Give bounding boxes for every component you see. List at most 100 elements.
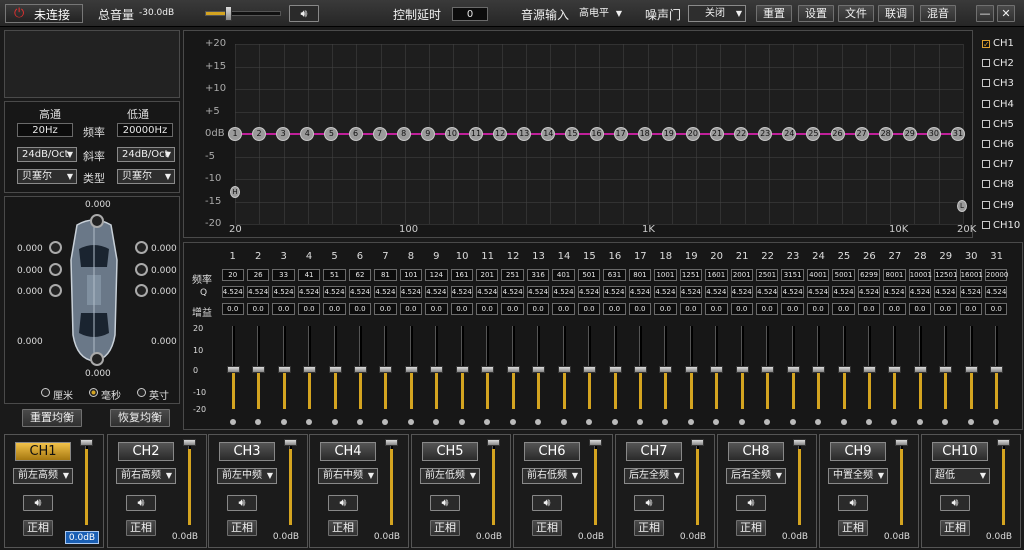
eq-band-node[interactable]: 28 [878, 127, 893, 141]
eq-band-reset-dot[interactable] [331, 419, 338, 425]
channel-mute-button[interactable]: 🔊︎ [430, 495, 460, 511]
eq-band-slider-knob[interactable] [328, 366, 342, 373]
channel-position-select[interactable]: 前左中频 ▼ [217, 468, 277, 484]
eq-band-freq-input[interactable]: 1001 [654, 269, 677, 281]
eq-band-slider-knob[interactable] [557, 366, 571, 373]
speaker-icon[interactable] [135, 263, 148, 276]
reset-eq-button[interactable]: 重置均衡 [22, 409, 82, 427]
channel-position-select[interactable]: 前右低频 ▼ [522, 468, 582, 484]
eq-band-q-input[interactable]: 4.524 [603, 286, 626, 298]
channel-phase-button[interactable]: 正相 [532, 520, 562, 536]
channel-gain-value[interactable]: 0.0dB [472, 531, 506, 544]
eq-band-reset-dot[interactable] [458, 419, 465, 425]
eq-band-q-input[interactable]: 4.524 [526, 286, 550, 298]
channel-phase-button[interactable]: 正相 [126, 520, 156, 536]
eq-band-node[interactable]: 3 [276, 127, 291, 141]
channel-gain-slider-knob[interactable] [895, 439, 908, 446]
channel-gain-value[interactable]: 0.0dB [269, 531, 303, 544]
mix-button[interactable]: 混音 [920, 5, 956, 22]
channel-position-select[interactable]: 前右中频 ▼ [318, 468, 378, 484]
eq-band-node[interactable]: 10 [444, 127, 459, 141]
eq-band-reset-dot[interactable] [687, 419, 694, 425]
eq-band-node[interactable]: 27 [854, 127, 869, 141]
eq-band-freq-input[interactable]: 5001 [832, 269, 855, 281]
eq-band-slider-knob[interactable] [430, 366, 444, 373]
channel-checkbox[interactable]: CH6 [982, 139, 1014, 150]
eq-band-q-input[interactable]: 4.524 [221, 286, 244, 298]
eq-band-slider-knob[interactable] [812, 366, 826, 373]
channel-gain-slider-knob[interactable] [385, 439, 398, 446]
eq-band-freq-input[interactable]: 8001 [883, 269, 906, 281]
eq-band-gain-input[interactable]: 0.0 [806, 303, 830, 315]
eq-band-slider-knob[interactable] [837, 366, 851, 373]
channel-mute-button[interactable]: 🔊︎ [328, 495, 358, 511]
eq-band-gain-input[interactable]: 0.0 [374, 303, 397, 315]
eq-band-reset-dot[interactable] [840, 419, 847, 425]
eq-band-gain-input[interactable]: 0.0 [959, 303, 983, 315]
eq-band-q-input[interactable]: 4.524 [399, 286, 423, 298]
channel-gain-value[interactable]: 0.0dB [778, 531, 812, 544]
eq-band-gain-input[interactable]: 0.0 [603, 303, 626, 315]
reset-button[interactable]: 重置 [756, 5, 792, 22]
master-volume-slider[interactable] [205, 6, 281, 21]
eq-band-gain-input[interactable]: 0.0 [628, 303, 652, 315]
eq-band-reset-dot[interactable] [586, 419, 593, 425]
file-button[interactable]: 文件 [838, 5, 874, 22]
eq-band-slider-knob[interactable] [303, 366, 317, 373]
channel-gain-value[interactable]: 0.0dB [880, 531, 914, 544]
eq-band-node[interactable]: 23 [758, 127, 773, 141]
eq-band-reset-dot[interactable] [866, 419, 873, 425]
eq-band-slider-knob[interactable] [583, 366, 597, 373]
close-button[interactable]: ✕ [997, 5, 1015, 22]
channel-name-button[interactable]: CH2 [118, 442, 174, 461]
channel-checkbox[interactable]: CH5 [982, 119, 1014, 130]
eq-band-q-input[interactable]: 4.524 [908, 286, 932, 298]
unit-radio-cm[interactable] [41, 388, 50, 397]
eq-band-reset-dot[interactable] [789, 419, 796, 425]
eq-band-slider-knob[interactable] [252, 366, 266, 373]
eq-band-q-input[interactable]: 4.524 [501, 286, 524, 298]
eq-band-freq-input[interactable]: 251 [501, 269, 524, 281]
eq-band-q-input[interactable]: 4.524 [959, 286, 983, 298]
channel-phase-button[interactable]: 正相 [23, 520, 53, 536]
eq-band-node[interactable]: 31 [951, 127, 965, 141]
eq-band-node[interactable]: 16 [589, 127, 604, 141]
eq-band-q-input[interactable]: 4.524 [476, 286, 499, 298]
eq-band-node[interactable]: 22 [734, 127, 749, 141]
eq-band-slider-knob[interactable] [913, 366, 927, 373]
channel-mute-button[interactable]: 🔊︎ [736, 495, 766, 511]
channel-gain-slider-knob[interactable] [691, 439, 704, 446]
eq-band-node[interactable]: 19 [661, 127, 676, 141]
eq-band-gain-input[interactable]: 0.0 [526, 303, 550, 315]
eq-band-gain-input[interactable]: 0.0 [221, 303, 244, 315]
eq-band-slider-knob[interactable] [863, 366, 877, 373]
eq-band-slider-knob[interactable] [659, 366, 673, 373]
speaker-icon[interactable] [49, 241, 62, 254]
channel-gain-value[interactable]: 0.0dB [168, 531, 202, 544]
eq-band-freq-input[interactable]: 51 [323, 269, 346, 281]
eq-band-reset-dot[interactable] [967, 419, 974, 425]
source-input-select[interactable]: 高电平 ▼ [574, 5, 626, 22]
channel-mute-button[interactable]: 🔊︎ [126, 495, 156, 511]
eq-band-freq-input[interactable]: 10001 [908, 269, 932, 281]
channel-name-button[interactable]: CH10 [932, 442, 988, 461]
eq-band-q-input[interactable]: 4.524 [628, 286, 652, 298]
eq-band-reset-dot[interactable] [407, 419, 414, 425]
channel-phase-button[interactable]: 正相 [328, 520, 358, 536]
channel-gain-slider-knob[interactable] [80, 439, 93, 446]
eq-band-freq-input[interactable]: 20 [221, 269, 244, 281]
eq-band-slider-knob[interactable] [353, 366, 367, 373]
eq-band-node[interactable]: 13 [517, 127, 532, 141]
channel-mute-button[interactable]: 🔊︎ [838, 495, 868, 511]
eq-band-freq-input[interactable]: 161 [450, 269, 473, 281]
eq-band-q-input[interactable]: 4.524 [806, 286, 830, 298]
eq-band-freq-input[interactable]: 1251 [679, 269, 703, 281]
highpass-slope-select[interactable]: 24dB/Oct ▼ [17, 147, 77, 162]
eq-band-freq-input[interactable]: 20000 [985, 269, 1008, 281]
speaker-icon[interactable] [49, 284, 62, 297]
lowpass-freq-input[interactable]: 20000Hz [117, 123, 173, 137]
eq-band-gain-input[interactable]: 0.0 [425, 303, 448, 315]
channel-gain-value[interactable]: 0.0dB [574, 531, 608, 544]
eq-band-node[interactable]: 2 [252, 127, 267, 141]
eq-band-node[interactable]: 11 [469, 127, 483, 141]
